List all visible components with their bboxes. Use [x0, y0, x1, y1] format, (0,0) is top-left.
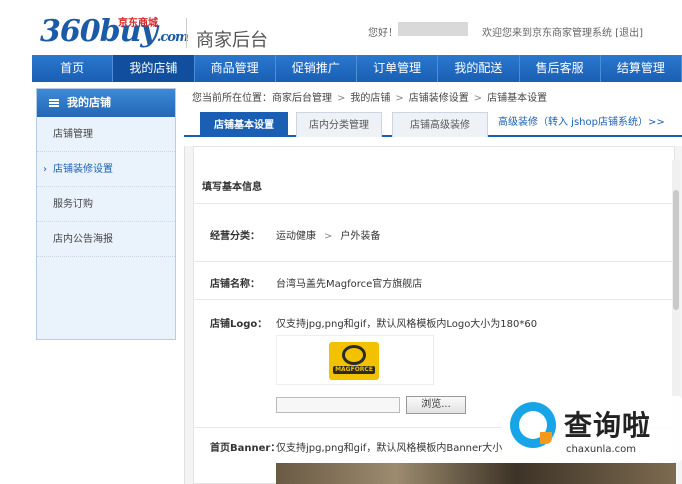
nav-item-after-sales[interactable]: 售后客服 — [520, 55, 601, 82]
nav-item-settlement[interactable]: 结算管理 — [601, 55, 682, 82]
watermark: 查询啦 chaxunla.com — [502, 396, 682, 462]
shop-name-label: 店铺名称： — [210, 279, 260, 290]
shop-logo-hint: 仅支持jpg,png和gif，默认风格模板内Logo大小为180*60 — [276, 319, 538, 330]
tab-basic-settings[interactable]: 店铺基本设置 — [200, 112, 288, 137]
search-q-icon — [510, 402, 556, 448]
advanced-jshop-link[interactable]: 高级装修（转入 jshop店铺系统）>> — [498, 113, 665, 128]
divider — [194, 299, 676, 300]
logo-preview-image: MAGFORCE — [276, 335, 434, 385]
breadcrumb: 您当前所在位置：商家后台管理 > 我的店铺 > 店铺装修设置 > 店铺基本设置 — [192, 89, 547, 104]
category-value: 运动健康 > 户外装备 — [276, 227, 380, 242]
banner-preview-image — [276, 463, 676, 484]
sidebar-title: 我的店铺 — [67, 96, 111, 109]
chevron-right-icon: > — [324, 231, 333, 242]
magforce-logo: MAGFORCE — [329, 342, 379, 380]
welcome-text[interactable]: 欢迎您来到京东商家管理系统 [退出] — [482, 24, 643, 39]
shop-logo-label: 店铺Logo： — [210, 319, 268, 330]
username-redacted — [398, 22, 468, 36]
breadcrumb-separator-icon: > — [395, 93, 404, 104]
nav-item-delivery[interactable]: 我的配送 — [438, 55, 520, 82]
breadcrumb-item[interactable]: 商家后台管理 — [272, 93, 332, 104]
search-q-icon-tail — [540, 432, 552, 444]
breadcrumb-separator-icon: > — [337, 93, 346, 104]
nav-item-products[interactable]: 商品管理 — [195, 55, 276, 82]
nav-item-home[interactable]: 首页 — [32, 55, 114, 82]
section-title: 填写基本信息 — [202, 182, 262, 193]
sidebar-item-notice-poster[interactable]: 店内公告海报 — [37, 222, 175, 257]
header: 360buy.com 京东商城 商家后台 您好！ 欢迎您来到京东商家管理系统 [… — [0, 0, 682, 55]
banner-label: 首页Banner： — [210, 443, 281, 454]
category-primary: 运动健康 — [276, 231, 316, 242]
nav-item-my-shop[interactable]: 我的店铺 — [113, 55, 195, 82]
banner-hint: 仅支持jpg,png和gif，默认风格模板内Banner大小 — [276, 443, 503, 454]
divider — [194, 261, 676, 262]
browse-button[interactable]: 浏览... — [406, 396, 466, 414]
category-label: 经营分类： — [210, 231, 260, 242]
breadcrumb-item[interactable]: 我的店铺 — [350, 93, 390, 104]
sidebar-item-label: 服务订购 — [53, 199, 93, 210]
divider — [194, 203, 676, 204]
breadcrumb-item-current: 店铺基本设置 — [487, 93, 548, 104]
sidebar: 我的店铺 店铺管理 › 店铺装修设置 服务订购 店内公告海报 — [36, 88, 176, 340]
logo-divider — [186, 18, 187, 48]
sidebar-item-label: 店铺管理 — [53, 129, 93, 140]
breadcrumb-separator-icon: > — [473, 93, 483, 104]
breadcrumb-item[interactable]: 店铺装修设置 — [409, 93, 469, 104]
sidebar-item-label: 店铺装修设置 — [53, 164, 113, 175]
logo-file-input[interactable] — [276, 397, 400, 413]
portal-title: 商家后台 — [196, 30, 268, 51]
logo-ring — [342, 345, 366, 365]
watermark-text: 查询啦 — [564, 409, 652, 442]
sidebar-item-shop-decoration[interactable]: › 店铺装修设置 — [37, 152, 175, 187]
site-logo[interactable]: 360buy.com — [40, 14, 189, 49]
logo-tag: 京东商城 — [118, 18, 158, 29]
main-nav: 首页 我的店铺 商品管理 促销推广 订单管理 我的配送 售后客服 结算管理 — [32, 55, 682, 82]
tab-advanced-decoration[interactable]: 店铺高级装修 — [392, 112, 488, 137]
sidebar-header: 我的店铺 — [37, 89, 175, 117]
settings-tabs: 店铺基本设置 店内分类管理 店铺高级装修 高级装修（转入 jshop店铺系统）>… — [184, 110, 682, 137]
shop-name-value: 台湾马盖先Magforce官方旗舰店 — [276, 279, 423, 290]
watermark-url: chaxunla.com — [566, 444, 636, 455]
logo-bar: MAGFORCE — [333, 366, 375, 374]
scrollbar-thumb[interactable] — [673, 190, 679, 310]
logo-bar-text: MAGFORCE — [335, 366, 373, 373]
greeting-text: 您好！ — [368, 28, 398, 39]
nav-item-promotions[interactable]: 促销推广 — [276, 55, 357, 82]
chevron-right-icon: › — [43, 164, 47, 175]
logo-suffix-text: .com — [156, 30, 189, 45]
breadcrumb-prefix: 您当前所在位置： — [192, 93, 272, 104]
sidebar-item-label: 店内公告海报 — [53, 234, 113, 245]
tab-category-management[interactable]: 店内分类管理 — [296, 112, 382, 137]
category-secondary: 户外装备 — [340, 231, 381, 242]
nav-item-orders[interactable]: 订单管理 — [357, 55, 439, 82]
sidebar-item-service-subscription[interactable]: 服务订购 — [37, 187, 175, 222]
sidebar-item-shop-management[interactable]: 店铺管理 — [37, 117, 175, 152]
menu-icon — [49, 99, 59, 107]
